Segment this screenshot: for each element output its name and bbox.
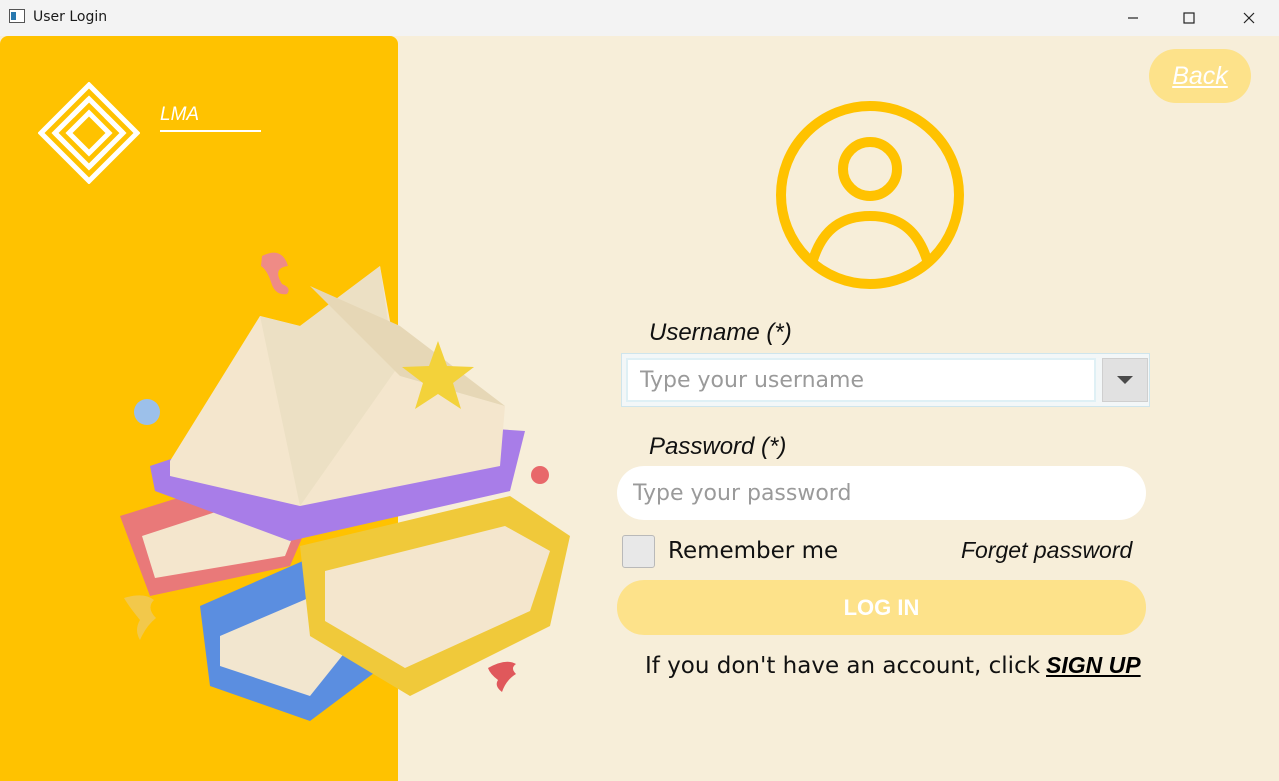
back-button[interactable]: Back xyxy=(1149,49,1251,103)
minimize-button[interactable] xyxy=(1110,0,1156,36)
username-dropdown-button[interactable] xyxy=(1102,358,1148,402)
username-combobox xyxy=(621,353,1150,407)
signup-prompt: If you don't have an account, click xyxy=(645,653,1041,679)
user-circle-icon xyxy=(776,101,964,289)
close-icon xyxy=(1243,12,1255,24)
books-illustration xyxy=(120,252,570,721)
chevron-down-icon xyxy=(1117,376,1133,384)
username-input[interactable] xyxy=(626,358,1096,402)
password-input[interactable] xyxy=(617,466,1146,520)
maximize-icon xyxy=(1183,12,1195,24)
close-button[interactable] xyxy=(1226,0,1272,36)
forget-password-link[interactable]: Forget password xyxy=(961,537,1132,564)
password-label: Password (*) xyxy=(649,433,787,460)
title-bar: User Login xyxy=(0,0,1279,36)
minimize-icon xyxy=(1128,17,1138,19)
username-label: Username (*) xyxy=(649,319,792,346)
remember-me-checkbox[interactable] xyxy=(622,535,655,568)
brand-name: LMA xyxy=(160,104,200,125)
window-title: User Login xyxy=(33,9,108,25)
app-icon xyxy=(9,9,25,23)
maximize-button[interactable] xyxy=(1166,0,1212,36)
maze-diamond-logo xyxy=(38,82,140,184)
left-panel: LMA xyxy=(0,36,570,781)
signup-row: If you don't have an account, click SIGN … xyxy=(645,652,1141,679)
login-button[interactable]: LOG IN xyxy=(617,580,1146,635)
main-area: LMA Back Username (*) Type your username… xyxy=(0,36,1279,781)
brand-underline xyxy=(160,130,261,132)
remember-me-label[interactable]: Remember me xyxy=(668,538,838,564)
signup-link[interactable]: SIGN UP xyxy=(1046,652,1141,678)
